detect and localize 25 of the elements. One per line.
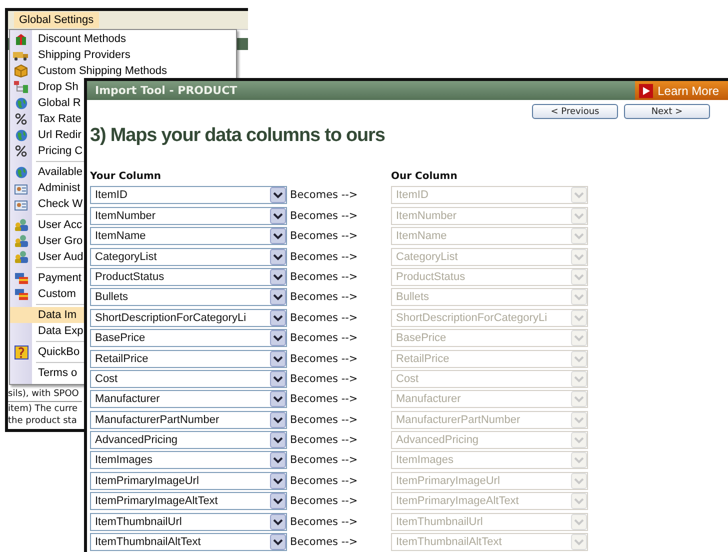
mapping-label: Becomes --> [289,372,359,385]
column-header: Our Column [391,171,458,182]
page-text: item) The curre [8,403,78,415]
mapping-label: Becomes --> [289,291,359,304]
mapping-label: Becomes --> [289,270,359,283]
mapping-label: Becomes --> [289,434,359,446]
mapping-label: Becomes --> [289,474,359,487]
window-title: Import Tool - PRODUCT [94,84,238,97]
mapping-label: Becomes --> [289,495,359,508]
column-header: Your Column [90,171,162,182]
mapping-label: Becomes --> [289,352,359,365]
mapping-label: Becomes --> [289,393,359,406]
step-heading: 3) Maps your data columns to ours [90,125,386,147]
mapping-label: Becomes --> [289,250,359,263]
mapping-label: Becomes --> [289,210,359,222]
mapping-label: Becomes --> [289,312,359,324]
mapping-label: Becomes --> [289,536,359,548]
mapping-label: Becomes --> [289,230,359,242]
mapping-label: Becomes --> [289,454,359,466]
mapping-label: Becomes --> [289,189,359,202]
mapping-label: Becomes --> [289,414,359,426]
page-text: the product sta [8,415,77,427]
mapping-label: Becomes --> [289,516,359,528]
mapping-label: Becomes --> [289,332,359,344]
page-text: sils), with SPOO [8,388,79,400]
